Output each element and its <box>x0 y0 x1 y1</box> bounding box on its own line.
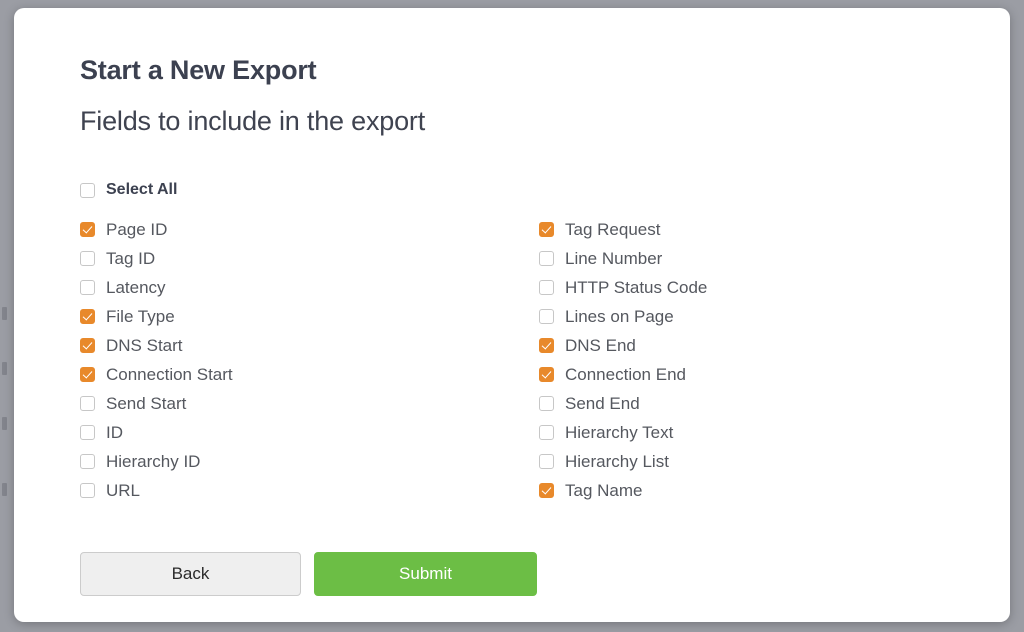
fields-column-right: Tag Request Line Number HTTP Status Code… <box>539 215 939 505</box>
fields-columns: Page ID Tag ID Latency File Type DNS Sta… <box>80 215 940 505</box>
checkbox-row[interactable]: HTTP Status Code <box>539 273 939 302</box>
checkbox-http-status-code[interactable] <box>539 279 554 295</box>
checkbox-line-number[interactable] <box>539 250 554 266</box>
checkbox-dns-end[interactable] <box>539 337 554 353</box>
fields-section: Select All Page ID Tag ID Latency File T… <box>80 176 940 505</box>
checkbox-label: Page ID <box>106 219 168 239</box>
checkbox-connection-end[interactable] <box>539 366 554 382</box>
checkbox-label: Latency <box>106 277 166 297</box>
checkbox-send-start[interactable] <box>80 395 95 411</box>
checkbox-id[interactable] <box>80 424 95 440</box>
checkbox-tag-request[interactable] <box>539 221 554 237</box>
checkbox-row[interactable]: Hierarchy List <box>539 447 939 476</box>
checkbox-label: DNS End <box>565 335 636 355</box>
submit-button[interactable]: Submit <box>314 551 537 596</box>
new-export-modal: Start a New Export Fields to include in … <box>14 8 1010 622</box>
checkbox-label: Connection Start <box>106 364 233 384</box>
checkbox-label: Tag Request <box>565 219 661 239</box>
checkbox-row[interactable]: Tag Request <box>539 215 939 244</box>
checkbox-row[interactable]: Connection End <box>539 360 939 389</box>
checkbox-label: Tag Name <box>565 480 643 500</box>
checkbox-label: Send Start <box>106 393 187 413</box>
checkbox-row-select-all[interactable]: Select All <box>80 176 940 205</box>
back-button[interactable]: Back <box>80 551 301 596</box>
checkbox-lines-on-page[interactable] <box>539 308 554 324</box>
checkbox-label: URL <box>106 480 141 500</box>
checkbox-label: ID <box>106 422 123 442</box>
checkbox-label: Send End <box>565 393 640 413</box>
modal-actions: Back Submit <box>80 551 1010 596</box>
checkbox-hierarchy-text[interactable] <box>539 424 554 440</box>
modal-body: Start a New Export Fields to include in … <box>14 8 1010 596</box>
checkbox-row[interactable]: Lines on Page <box>539 302 939 331</box>
checkbox-row[interactable]: DNS Start <box>80 331 539 360</box>
checkbox-hierarchy-id[interactable] <box>80 453 95 469</box>
checkbox-label: Connection End <box>565 364 686 384</box>
checkbox-url[interactable] <box>80 482 95 498</box>
checkbox-row[interactable]: Tag Name <box>539 476 939 505</box>
checkbox-row[interactable]: ID <box>80 418 539 447</box>
checkbox-tag-name[interactable] <box>539 482 554 498</box>
checkbox-page-id[interactable] <box>80 221 95 237</box>
page-subtitle: Fields to include in the export <box>80 106 425 137</box>
checkbox-row[interactable]: Hierarchy Text <box>539 418 939 447</box>
checkbox-tag-id[interactable] <box>80 250 95 266</box>
checkbox-label-select-all: Select All <box>106 181 178 199</box>
checkbox-label: Hierarchy List <box>565 451 669 471</box>
checkbox-label: HTTP Status Code <box>565 277 708 297</box>
checkbox-label: DNS Start <box>106 335 183 355</box>
checkbox-row[interactable]: Line Number <box>539 244 939 273</box>
checkbox-connection-start[interactable] <box>80 366 95 382</box>
checkbox-dns-start[interactable] <box>80 337 95 353</box>
checkbox-row[interactable]: DNS End <box>539 331 939 360</box>
checkbox-file-type[interactable] <box>80 308 95 324</box>
checkbox-row[interactable]: Latency <box>80 273 539 302</box>
checkbox-label: Line Number <box>565 248 663 268</box>
checkbox-row[interactable]: Hierarchy ID <box>80 447 539 476</box>
checkbox-row[interactable]: Send End <box>539 389 939 418</box>
checkbox-select-all[interactable] <box>80 182 95 198</box>
checkbox-row[interactable]: URL <box>80 476 539 505</box>
checkbox-row[interactable]: Send Start <box>80 389 539 418</box>
checkbox-label: Hierarchy ID <box>106 451 201 471</box>
page-title: Start a New Export <box>80 55 317 85</box>
checkbox-label: Tag ID <box>106 248 156 268</box>
checkbox-label: File Type <box>106 306 175 326</box>
checkbox-label: Lines on Page <box>565 306 674 326</box>
checkbox-row[interactable]: File Type <box>80 302 539 331</box>
checkbox-latency[interactable] <box>80 279 95 295</box>
checkbox-hierarchy-list[interactable] <box>539 453 554 469</box>
checkbox-label: Hierarchy Text <box>565 422 674 442</box>
fields-column-left: Page ID Tag ID Latency File Type DNS Sta… <box>80 215 539 505</box>
checkbox-send-end[interactable] <box>539 395 554 411</box>
checkbox-row[interactable]: Page ID <box>80 215 539 244</box>
checkbox-row[interactable]: Tag ID <box>80 244 539 273</box>
dimmed-background-page <box>0 0 14 632</box>
checkbox-row[interactable]: Connection Start <box>80 360 539 389</box>
